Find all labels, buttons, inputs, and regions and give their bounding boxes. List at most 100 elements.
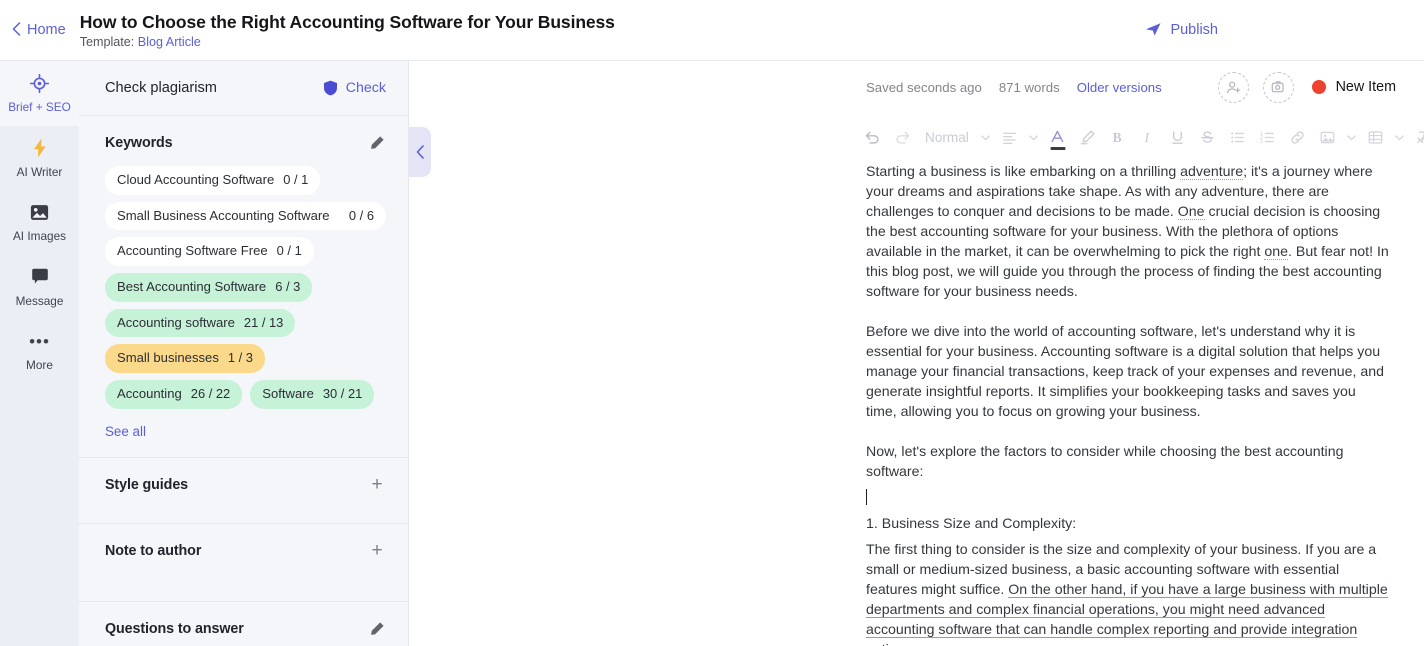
sidebar-item-label: Message — [15, 293, 64, 308]
add-image-icon[interactable] — [1262, 71, 1294, 103]
document-body[interactable]: Starting a business is like embarking on… — [866, 161, 1390, 646]
sidebar-item-ai-images[interactable]: AI Images — [0, 190, 79, 255]
status-left: Saved seconds ago 871 words Older versio… — [866, 80, 1162, 95]
note-to-author-section: Note to author + — [79, 524, 408, 602]
italic-icon[interactable]: I — [1133, 122, 1163, 152]
keyword-chip[interactable]: Best Accounting Software 6 / 3 — [105, 273, 313, 302]
keyword-chip[interactable]: Software 30 / 21 — [250, 380, 375, 409]
keyword-chip[interactable]: Accounting software 21 / 13 — [105, 308, 296, 338]
see-all-keywords-link[interactable]: See all — [105, 424, 146, 439]
publish-label: Publish — [1170, 22, 1218, 38]
keywords-title: Keywords — [105, 135, 173, 151]
chevron-down-icon[interactable] — [977, 122, 995, 152]
text-color-icon[interactable] — [1043, 122, 1073, 152]
svg-text:B: B — [1113, 130, 1122, 145]
publish-button[interactable]: Publish — [1135, 16, 1228, 44]
bold-icon[interactable]: B — [1103, 122, 1133, 152]
suggestion-span[interactable]: One — [1177, 203, 1205, 220]
check-plagiarism-button[interactable]: Check — [323, 80, 386, 96]
table-icon[interactable] — [1361, 122, 1391, 152]
sidebar-item-label: More — [26, 358, 53, 373]
lightning-bolt-icon — [29, 138, 50, 159]
suggestion-span[interactable]: one — [1264, 243, 1288, 260]
keyword-label: Accounting Software Free — [117, 243, 268, 259]
strikethrough-icon[interactable] — [1193, 122, 1223, 152]
color-swatch — [1050, 146, 1066, 150]
image-icon[interactable] — [1313, 122, 1343, 152]
keyword-count: 30 / 21 — [322, 386, 363, 402]
plagiarism-title: Check plagiarism — [105, 80, 217, 96]
highlighter-icon[interactable] — [1073, 122, 1103, 152]
keyword-chip[interactable]: Cloud Accounting Software 0 / 1 — [105, 166, 321, 195]
keyword-chip[interactable]: Accounting Software Free 0 / 1 — [105, 237, 314, 267]
empty-line-with-caret[interactable] — [866, 487, 1390, 507]
text-run: Starting a business is like embarking on… — [866, 163, 1181, 179]
paragraph[interactable]: The first thing to consider is the size … — [866, 539, 1390, 646]
paragraph-style-select[interactable]: Normal — [917, 130, 977, 145]
page-title: How to Choose the Right Accounting Softw… — [79, 11, 615, 32]
app-root: Home How to Choose the Right Accounting … — [0, 0, 1424, 646]
undo-icon[interactable] — [857, 122, 887, 152]
svg-text:3: 3 — [1260, 139, 1263, 145]
editor-pane: Saved seconds ago 871 words Older versio… — [409, 61, 1424, 646]
template-line: Template: Blog Article — [80, 35, 615, 49]
chevron-down-icon[interactable] — [1025, 122, 1043, 152]
chevron-left-icon — [12, 21, 21, 39]
keyword-chip[interactable]: Small Business Accounting Software 0 / 6 — [105, 201, 386, 231]
sidebar-item-more[interactable]: ••• More — [0, 319, 79, 384]
chat-bubble-icon — [29, 267, 50, 288]
sidebar-item-message[interactable]: Message — [0, 255, 79, 320]
document-meta: How to Choose the Right Accounting Softw… — [80, 12, 615, 49]
older-versions-link[interactable]: Older versions — [1077, 80, 1162, 95]
editor-toolbar: Normal B I 1 2 3 — [409, 113, 1424, 161]
image-icon — [29, 202, 50, 223]
new-item-button[interactable]: New Item — [1308, 79, 1396, 95]
left-rail: Brief + SEO AI Writer AI Images Message … — [0, 61, 79, 646]
suggestion-span[interactable]: adventure — [1180, 163, 1244, 180]
template-link[interactable]: Blog Article — [138, 35, 201, 49]
brief-panel: Check plagiarism Check Keywords Cloud Ac… — [79, 61, 409, 646]
note-to-author-header: Note to author + — [105, 541, 386, 560]
collapse-panel-button[interactable] — [409, 127, 431, 177]
plus-icon[interactable]: + — [368, 541, 386, 560]
home-back-button[interactable]: Home — [0, 21, 80, 39]
keywords-section: Keywords Cloud Accounting Software 0 / 1… — [79, 116, 408, 458]
ellipsis-icon: ••• — [29, 331, 50, 351]
keyword-chip[interactable]: Small businesses 1 / 3 — [105, 344, 265, 374]
clear-format-icon[interactable] — [1409, 122, 1424, 152]
keyword-count: 26 / 22 — [190, 386, 231, 402]
paragraph[interactable]: Now, let's explore the factors to consid… — [866, 441, 1390, 481]
keyword-chip[interactable]: Accounting 26 / 22 — [105, 380, 243, 409]
section-heading[interactable]: 1. Business Size and Complexity: — [866, 513, 1390, 533]
paragraph[interactable]: Starting a business is like embarking on… — [866, 161, 1390, 301]
pencil-icon[interactable] — [368, 134, 386, 152]
bullet-list-icon[interactable] — [1223, 122, 1253, 152]
chevron-down-icon[interactable] — [1343, 122, 1361, 152]
paragraph[interactable]: Before we dive into the world of account… — [866, 321, 1390, 421]
keyword-label: Software — [262, 386, 314, 402]
numbered-list-icon[interactable]: 123 — [1253, 122, 1283, 152]
word-count: 871 words — [998, 79, 1060, 95]
sidebar-item-brief-seo[interactable]: Brief + SEO — [0, 61, 79, 126]
keyword-count: 0 / 1 — [283, 172, 309, 187]
svg-text:I: I — [1144, 130, 1150, 145]
template-prefix: Template: — [79, 34, 135, 49]
chevron-left-icon — [416, 145, 425, 159]
link-icon[interactable] — [1283, 122, 1313, 152]
align-left-icon[interactable] — [995, 122, 1025, 152]
underline-icon[interactable] — [1163, 122, 1193, 152]
keyword-label: Accounting — [117, 386, 182, 402]
add-person-icon[interactable] — [1217, 71, 1249, 103]
sidebar-item-ai-writer[interactable]: AI Writer — [0, 126, 79, 191]
plus-icon[interactable]: + — [368, 475, 386, 494]
questions-title: Questions to answer — [105, 620, 244, 637]
text-caret — [866, 488, 868, 505]
chevron-down-icon[interactable] — [1391, 122, 1409, 152]
keyword-label: Small Business Accounting Software — [117, 207, 330, 223]
keyword-label: Small businesses — [117, 350, 219, 366]
redo-icon[interactable] — [887, 122, 917, 152]
sidebar-item-label: AI Writer — [16, 164, 63, 179]
pencil-icon[interactable] — [368, 620, 386, 638]
document-scroll[interactable]: Starting a business is like embarking on… — [409, 161, 1424, 646]
style-guides-section: Style guides + — [79, 458, 408, 524]
